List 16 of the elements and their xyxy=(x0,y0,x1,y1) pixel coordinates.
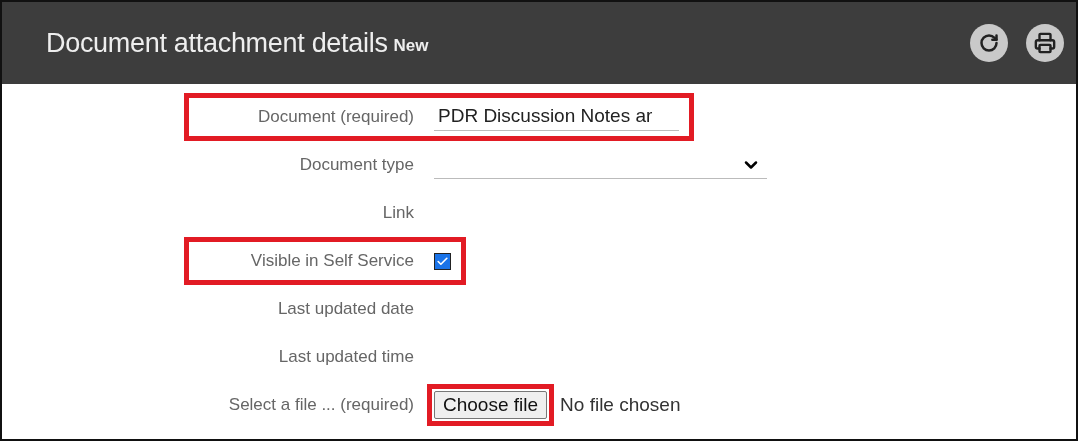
field-label: Last updated date xyxy=(276,299,414,319)
field-label: Link xyxy=(381,203,414,223)
field-label: Document type xyxy=(298,155,414,175)
status-label: New xyxy=(393,36,429,56)
print-icon[interactable] xyxy=(1026,24,1064,62)
field-label: Document (required) xyxy=(257,107,414,127)
input-field[interactable]: PDR Discussion Notes ar xyxy=(434,103,679,131)
field-label: Visible in Self Service xyxy=(249,251,414,271)
file-status: No file chosen xyxy=(560,394,681,416)
refresh-icon[interactable] xyxy=(970,24,1008,62)
field-label: Last updated time xyxy=(277,347,414,367)
checkmark-icon xyxy=(436,254,449,268)
window-title: Document attachment details xyxy=(46,27,388,59)
checkbox[interactable] xyxy=(434,252,451,270)
field-label: Select a file ... (required) xyxy=(227,395,414,415)
choose-file-button[interactable]: Choose file xyxy=(434,391,548,419)
